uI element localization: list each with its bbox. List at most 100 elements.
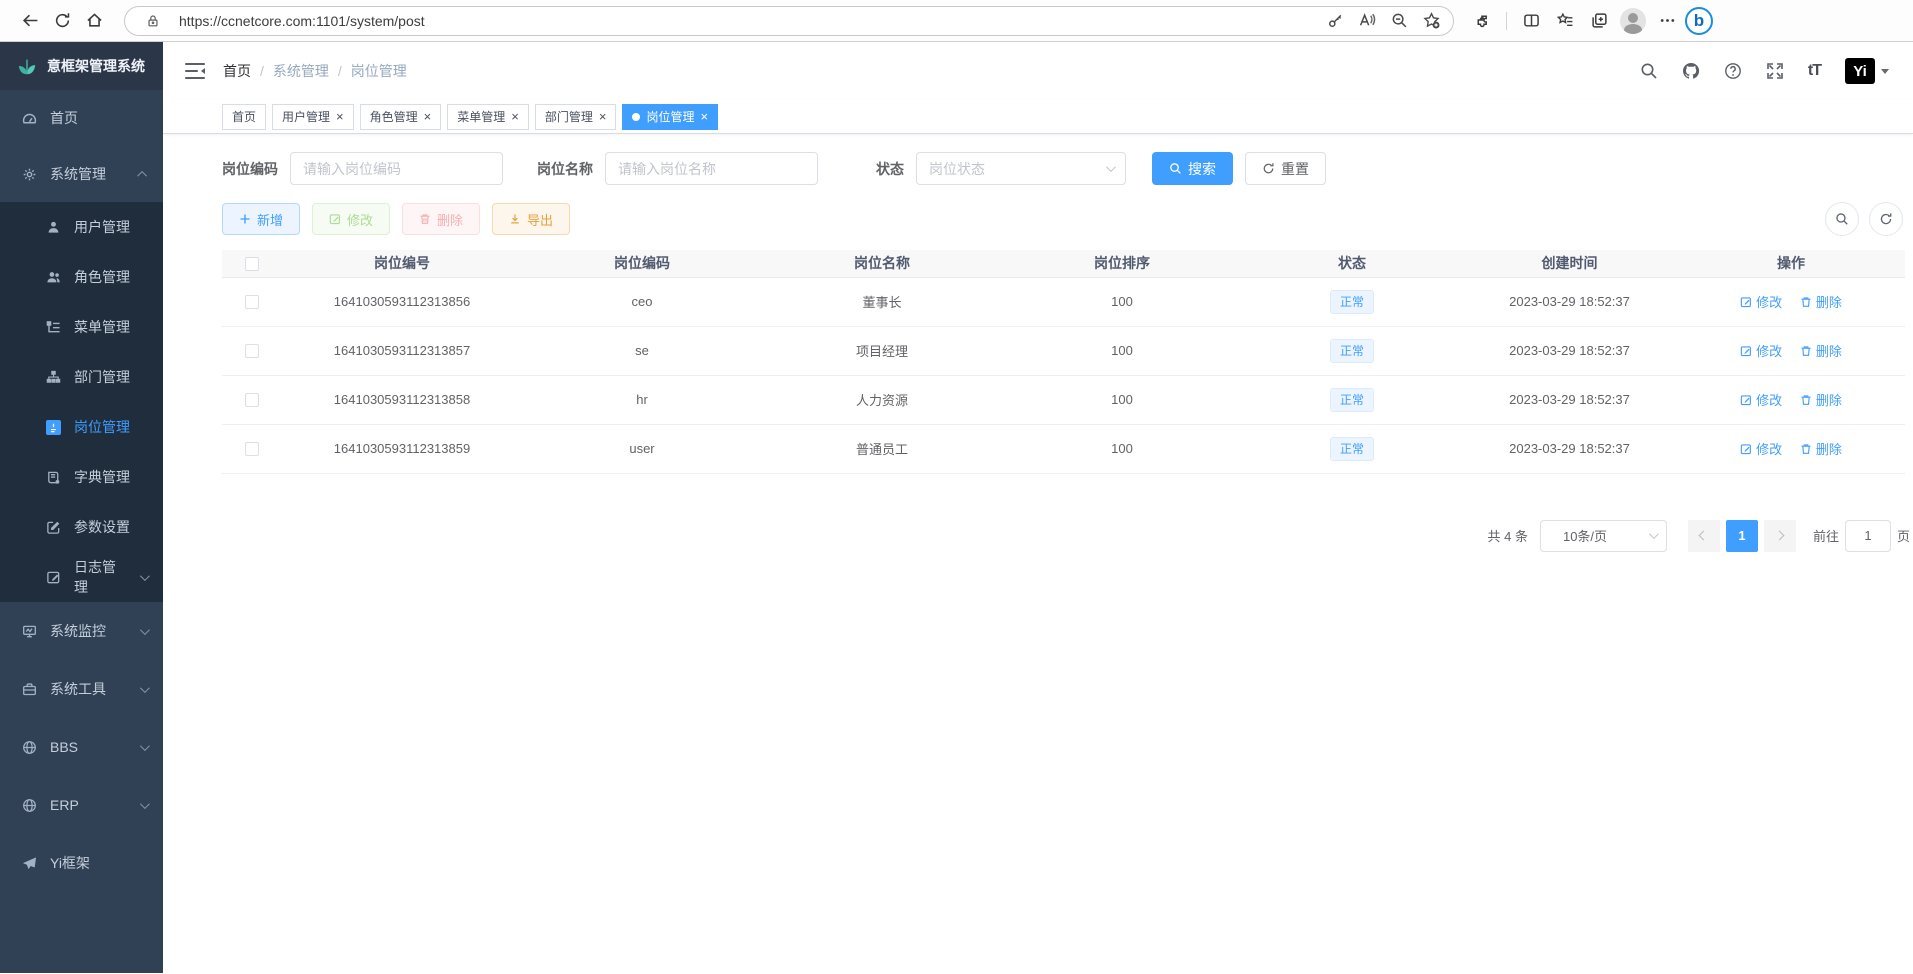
sidebar-item-erp[interactable]: ERP xyxy=(0,776,163,834)
tab-home[interactable]: 首页 xyxy=(222,104,266,130)
tab-close-icon[interactable]: × xyxy=(336,110,344,123)
page-size-select[interactable]: 10条/页 xyxy=(1540,520,1667,552)
tab-close-icon[interactable]: × xyxy=(700,110,708,123)
delete-button[interactable]: 删除 xyxy=(402,203,480,235)
browser-back-button[interactable] xyxy=(14,5,46,37)
breadcrumb-home[interactable]: 首页 xyxy=(223,61,251,81)
sidebar-item-system-monitor[interactable]: 系统监控 xyxy=(0,602,163,660)
tab-close-icon[interactable]: × xyxy=(599,110,607,123)
row-edit-link[interactable]: 修改 xyxy=(1740,341,1782,360)
table-row[interactable]: 1641030593112313859 user 普通员工 100 正常 202… xyxy=(222,424,1905,473)
tab-post-mgmt[interactable]: 岗位管理× xyxy=(622,104,718,130)
row-delete-link[interactable]: 删除 xyxy=(1800,341,1842,360)
sidebar-item-label: 用户管理 xyxy=(74,217,130,237)
table-row[interactable]: 1641030593112313857 se 项目经理 100 正常 2023-… xyxy=(222,326,1905,375)
row-edit-link[interactable]: 修改 xyxy=(1740,292,1782,311)
row-checkbox[interactable] xyxy=(245,344,259,358)
sidebar-item-log-mgmt[interactable]: 日志管理 xyxy=(0,552,163,602)
tab-menu-mgmt[interactable]: 菜单管理× xyxy=(447,104,529,130)
sidebar-item-post-mgmt[interactable]: 岗位管理 xyxy=(0,402,163,452)
help-icon[interactable] xyxy=(1724,62,1742,80)
search-button[interactable]: 搜索 xyxy=(1152,152,1233,185)
sidebar-item-user-mgmt[interactable]: 用户管理 xyxy=(0,202,163,252)
status-select[interactable]: 岗位状态 xyxy=(916,152,1126,185)
export-button[interactable]: 导出 xyxy=(492,203,570,235)
trash-icon xyxy=(1800,296,1812,308)
sidebar-item-role-mgmt[interactable]: 角色管理 xyxy=(0,252,163,302)
collections-icon[interactable] xyxy=(1583,5,1615,37)
post-name-input[interactable] xyxy=(618,161,805,177)
tab-dept-mgmt[interactable]: 部门管理× xyxy=(535,104,617,130)
zoom-out-icon[interactable] xyxy=(1385,8,1413,34)
table-row[interactable]: 1641030593112313858 hr 人力资源 100 正常 2023-… xyxy=(222,375,1905,424)
toolbox-icon xyxy=(22,682,37,697)
browser-home-button[interactable] xyxy=(78,5,110,37)
sidebar-item-dict-mgmt[interactable]: 字典管理 xyxy=(0,452,163,502)
tab-close-icon[interactable]: × xyxy=(424,110,432,123)
refresh-icon xyxy=(1879,212,1893,226)
trash-icon xyxy=(1800,345,1812,357)
cell-post-sort: 100 xyxy=(1002,375,1242,424)
dashboard-icon xyxy=(22,111,37,126)
browser-refresh-button[interactable] xyxy=(46,5,78,37)
cell-post-name: 普通员工 xyxy=(762,424,1002,473)
password-key-icon[interactable] xyxy=(1321,8,1349,34)
edit-button[interactable]: 修改 xyxy=(312,203,390,235)
sidebar-item-yi-framework[interactable]: Yi框架 xyxy=(0,834,163,892)
table-search-toggle-button[interactable] xyxy=(1825,202,1859,236)
tab-role-mgmt[interactable]: 角色管理× xyxy=(360,104,442,130)
goto-page-input[interactable] xyxy=(1845,520,1891,552)
select-all-checkbox[interactable] xyxy=(245,257,259,271)
bing-chat-icon[interactable]: b xyxy=(1685,7,1713,35)
profile-avatar[interactable] xyxy=(1617,5,1649,37)
sidebar-item-system-mgmt[interactable]: 系统管理 xyxy=(0,146,163,202)
breadcrumb-system: 系统管理 xyxy=(273,61,329,81)
address-bar[interactable]: https://ccnetcore.com:1101/system/post xyxy=(124,6,1454,36)
favorite-add-icon[interactable] xyxy=(1417,8,1445,34)
row-delete-link[interactable]: 删除 xyxy=(1800,439,1842,458)
url-text[interactable]: https://ccnetcore.com:1101/system/post xyxy=(179,13,1321,29)
row-edit-link[interactable]: 修改 xyxy=(1740,439,1782,458)
sidebar-item-system-tools[interactable]: 系统工具 xyxy=(0,660,163,718)
post-code-input[interactable] xyxy=(303,161,490,177)
row-checkbox[interactable] xyxy=(245,442,259,456)
sidebar-item-bbs[interactable]: BBS xyxy=(0,718,163,776)
gear-icon xyxy=(22,167,37,182)
table-refresh-button[interactable] xyxy=(1869,202,1903,236)
prev-page-button[interactable] xyxy=(1688,520,1720,552)
row-checkbox[interactable] xyxy=(245,393,259,407)
row-delete-link[interactable]: 删除 xyxy=(1800,390,1842,409)
sidebar-toggle-icon[interactable] xyxy=(185,62,205,80)
leaf-logo-icon xyxy=(16,55,38,77)
sidebar-item-home[interactable]: 首页 xyxy=(0,90,163,146)
table-row[interactable]: 1641030593112313856 ceo 董事长 100 正常 2023-… xyxy=(222,277,1905,326)
sidebar-item-param-settings[interactable]: 参数设置 xyxy=(0,502,163,552)
row-checkbox[interactable] xyxy=(245,295,259,309)
fullscreen-icon[interactable] xyxy=(1766,62,1784,80)
row-edit-link[interactable]: 修改 xyxy=(1740,390,1782,409)
tab-close-icon[interactable]: × xyxy=(511,110,519,123)
caret-down-icon xyxy=(1881,69,1889,74)
favorites-bar-icon[interactable] xyxy=(1549,5,1581,37)
header-search-icon[interactable] xyxy=(1640,62,1658,80)
add-button[interactable]: 新增 xyxy=(222,203,300,235)
cell-post-name: 董事长 xyxy=(762,277,1002,326)
split-screen-icon[interactable] xyxy=(1515,5,1547,37)
browser-menu-icon[interactable] xyxy=(1651,5,1683,37)
row-delete-link[interactable]: 删除 xyxy=(1800,292,1842,311)
read-aloud-icon[interactable] xyxy=(1353,8,1381,34)
cell-created: 2023-03-29 18:52:37 xyxy=(1462,375,1677,424)
sidebar-item-menu-mgmt[interactable]: 菜单管理 xyxy=(0,302,163,352)
cell-created: 2023-03-29 18:52:37 xyxy=(1462,277,1677,326)
page-content: 岗位编码 岗位名称 状态 岗位状态 搜索 重置 新增 修改 删除 导出 xyxy=(163,134,1913,973)
github-icon[interactable] xyxy=(1682,62,1700,80)
page-number-button[interactable]: 1 xyxy=(1726,520,1758,552)
next-page-button[interactable] xyxy=(1764,520,1796,552)
user-logo-avatar[interactable]: Yi xyxy=(1845,58,1889,84)
sidebar-item-dept-mgmt[interactable]: 部门管理 xyxy=(0,352,163,402)
tab-user-mgmt[interactable]: 用户管理× xyxy=(272,104,354,130)
extensions-icon[interactable] xyxy=(1466,5,1498,37)
font-size-icon[interactable]: tT xyxy=(1808,62,1821,80)
sidebar-item-label: 系统工具 xyxy=(50,679,106,699)
reset-button[interactable]: 重置 xyxy=(1245,152,1326,185)
